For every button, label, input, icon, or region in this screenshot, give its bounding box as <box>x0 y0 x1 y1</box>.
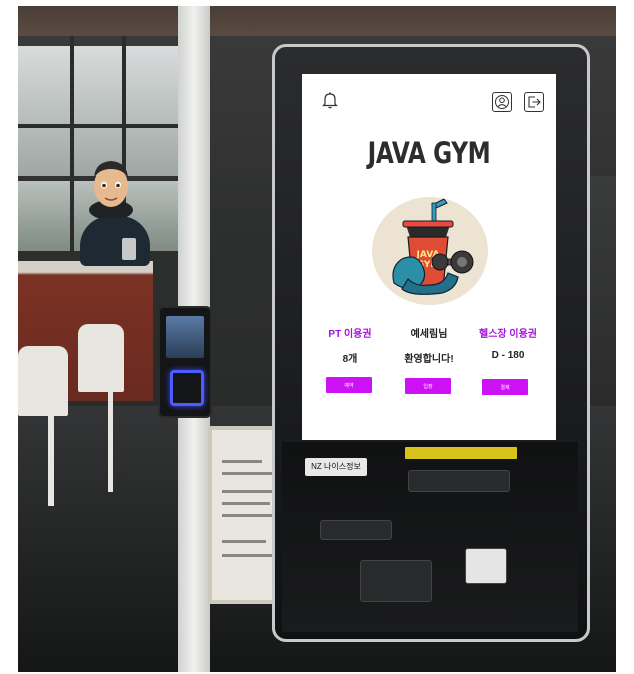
enter-button[interactable]: 입장 <box>405 378 451 394</box>
user-name: 예세림님 <box>410 329 448 340</box>
reserve-button[interactable]: 예약 <box>326 377 372 393</box>
gym-logo-art: JAVA GYM <box>392 198 474 295</box>
chair-leg <box>48 416 54 506</box>
logout-icon[interactable] <box>524 92 544 112</box>
user-icon[interactable] <box>492 92 512 112</box>
card-reader-screen <box>166 316 204 358</box>
gym-ticket-label: 헬스장 이용권 <box>479 329 537 340</box>
cup <box>122 238 136 260</box>
card-slot <box>408 470 510 492</box>
kiosk-screen: JAVA GYM JAVA GYM PT 이용권 8개 예세림님 환영합니다! … <box>302 74 556 440</box>
kiosk-brand-strip: NZ 나이스정보 <box>305 458 367 476</box>
chair <box>18 346 68 416</box>
person <box>80 216 150 266</box>
gym-ticket-column: 헬스장 이용권 D - 180 <box>466 325 550 361</box>
pt-ticket-column: PT 이용권 8개 <box>308 325 392 365</box>
receipt-slot <box>320 520 392 540</box>
welcome-message: 환영합니다! <box>404 354 454 365</box>
ceiling <box>18 6 616 36</box>
pt-ticket-count: 8개 <box>342 354 358 365</box>
card-reader-pad <box>170 370 204 406</box>
chair <box>78 324 124 392</box>
payment-terminal <box>360 560 432 602</box>
kiosk-yellow-label <box>405 447 517 459</box>
gym-logo: JAVA GYM <box>372 197 488 305</box>
avatar <box>89 161 133 218</box>
payment-button[interactable]: 결제 <box>482 379 528 395</box>
bell-icon[interactable] <box>320 90 340 110</box>
window-frame <box>70 36 74 256</box>
welcome-column: 예세림님 환영합니다! <box>387 325 471 365</box>
qr-scanner <box>465 548 507 584</box>
window-frame <box>18 124 178 128</box>
gym-ticket-days: D - 180 <box>491 350 525 361</box>
chair-leg <box>108 392 113 492</box>
page-title: JAVA GYM <box>367 136 491 170</box>
card-reader <box>158 306 212 418</box>
pt-ticket-label: PT 이용권 <box>328 329 372 340</box>
